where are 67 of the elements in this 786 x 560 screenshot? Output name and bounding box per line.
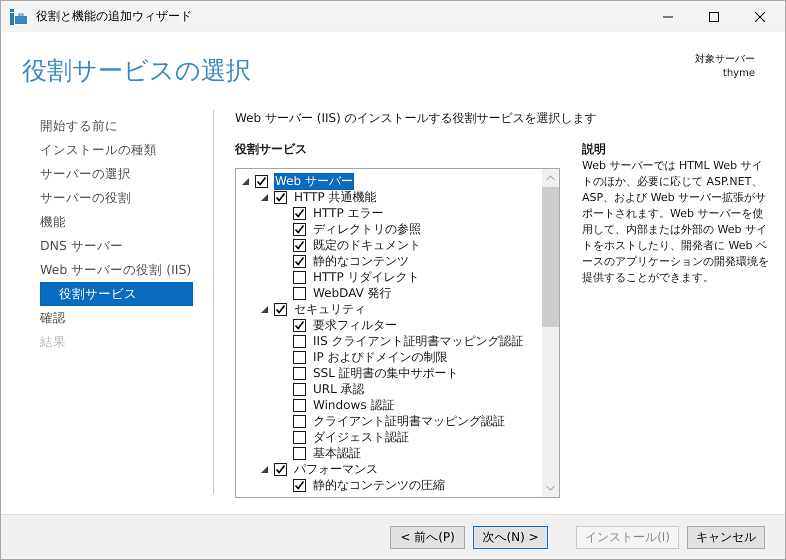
checkbox[interactable] xyxy=(293,206,306,220)
expand-arrow-icon[interactable] xyxy=(242,178,249,184)
checkbox[interactable] xyxy=(293,366,306,380)
checkbox[interactable] xyxy=(293,222,306,236)
tree-item[interactable]: Windows 認証 xyxy=(312,396,396,414)
page-title: 役割サービスの選択 xyxy=(22,55,251,87)
checkbox[interactable] xyxy=(293,318,306,332)
checkbox[interactable] xyxy=(293,414,306,428)
tree-item[interactable]: Web サーバー xyxy=(274,172,354,190)
app-icon xyxy=(10,8,28,24)
tree-item[interactable]: 基本認証 xyxy=(312,444,362,462)
tree-item[interactable]: ディレクトリの参照 xyxy=(312,220,422,238)
nav-item[interactable]: 開始する前に xyxy=(40,114,193,138)
expand-arrow-icon[interactable] xyxy=(261,466,268,472)
description-heading: 説明 xyxy=(582,142,606,156)
checkbox[interactable] xyxy=(255,174,268,188)
checkbox[interactable] xyxy=(293,238,306,252)
tree-item[interactable]: セキュリティ xyxy=(293,300,367,318)
checkbox[interactable] xyxy=(274,462,287,476)
nav-item[interactable]: 確認 xyxy=(40,306,193,330)
description-text: Web サーバーでは HTML Web サイトのほか、必要に応じて ASP.NET、ASP、および Web サーバー拡張がサポートされます。Web サーバーを使用して、内部または外部の Web サイトをホストしたり、開発者に Web ベースのアプリケーションの開発環境を提供することができます。 xyxy=(582,158,770,286)
tree-item[interactable]: URL 承認 xyxy=(312,380,366,398)
tree-item[interactable]: WebDAV 発行 xyxy=(312,284,393,302)
checkbox[interactable] xyxy=(293,478,306,492)
checkbox[interactable] xyxy=(293,398,306,412)
checkbox[interactable] xyxy=(274,302,287,316)
tree-item[interactable]: 静的なコンテンツ xyxy=(312,252,410,270)
close-icon[interactable] xyxy=(755,12,765,22)
window-title: 役割と機能の追加ウィザード xyxy=(36,8,192,25)
tree-item[interactable]: HTTP 共通機能 xyxy=(293,188,378,206)
checkbox[interactable] xyxy=(293,286,306,300)
tree-item[interactable]: 既定のドキュメント xyxy=(312,236,422,254)
tree-item[interactable]: 要求フィルター xyxy=(312,316,398,334)
tree-item[interactable]: パフォーマンス xyxy=(293,460,379,478)
checkbox[interactable] xyxy=(293,270,306,284)
nav-item[interactable]: 役割サービス xyxy=(40,282,193,306)
expand-arrow-icon[interactable] xyxy=(261,306,268,312)
instruction-text: Web サーバー (IIS) のインストールする役割サービスを選択します xyxy=(235,110,598,127)
tree-item[interactable]: HTTP リダイレクト xyxy=(312,268,421,286)
nav-item[interactable]: Web サーバーの役割 (IIS) xyxy=(40,258,193,282)
expand-arrow-icon[interactable] xyxy=(261,194,268,200)
nav-item[interactable]: DNS サーバー xyxy=(40,234,193,258)
wizard-button[interactable]: 次へ(N) > xyxy=(473,526,548,548)
checkbox[interactable] xyxy=(293,430,306,444)
tree-item[interactable]: HTTP エラー xyxy=(312,204,385,222)
wizard-button[interactable]: キャンセル xyxy=(687,526,765,548)
tree-item[interactable]: 静的なコンテンツの圧縮 xyxy=(312,476,446,494)
checkbox[interactable] xyxy=(293,254,306,268)
tree-item[interactable]: IIS クライアント証明書マッピング認証 xyxy=(312,332,525,350)
checkbox[interactable] xyxy=(293,382,306,396)
tree-item[interactable]: IP およびドメインの制限 xyxy=(312,348,449,366)
target-server-label: 対象サーバー xyxy=(695,52,755,66)
target-server-name: thyme xyxy=(722,68,755,79)
wizard-button[interactable]: < 前へ(P) xyxy=(390,526,466,548)
checkbox[interactable] xyxy=(274,190,287,204)
nav-item[interactable]: サーバーの役割 xyxy=(40,186,193,210)
nav-item[interactable]: インストールの種類 xyxy=(40,138,193,162)
maximize-icon[interactable] xyxy=(709,12,719,22)
checkbox[interactable] xyxy=(293,350,306,364)
nav-item[interactable]: 機能 xyxy=(40,210,193,234)
tree-heading: 役割サービス xyxy=(235,141,307,158)
tree-item[interactable]: クライアント証明書マッピング認証 xyxy=(312,412,506,430)
tree-item[interactable]: ダイジェスト認証 xyxy=(312,428,410,446)
checkbox[interactable] xyxy=(293,446,306,460)
checkbox[interactable] xyxy=(293,334,306,348)
tree-item[interactable]: SSL 証明書の集中サポート xyxy=(312,364,460,382)
nav-item[interactable]: サーバーの選択 xyxy=(40,162,193,186)
